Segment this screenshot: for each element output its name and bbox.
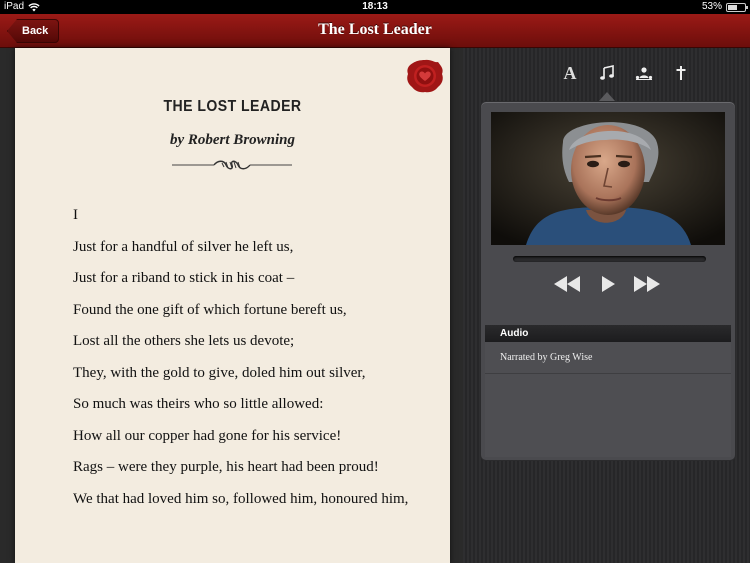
tab-dagger[interactable] [666, 60, 696, 86]
audio-section-header: Audio [485, 325, 731, 342]
flourish-divider-icon [172, 160, 292, 170]
narrator-portrait[interactable] [491, 112, 725, 245]
tab-pointer [599, 92, 615, 101]
poem-line: Lost all the others she lets us devote; [73, 333, 295, 349]
media-pane: A Audio Narrated by Greg Wise [463, 48, 750, 563]
portrait-image-icon [491, 112, 725, 245]
wax-seal-heart-icon[interactable] [405, 58, 445, 94]
pane-tabs: A [463, 60, 750, 88]
poem-line: They, with the gold to give, doled him o… [73, 364, 366, 381]
poem-page[interactable]: THE LOST LEADER by Robert Browning I Jus… [15, 48, 450, 563]
dagger-icon [676, 66, 686, 80]
poem-line: We that had loved him so, followed him, … [73, 490, 409, 507]
poem-title: THE LOST LEADER [163, 98, 302, 115]
music-note-icon [600, 65, 614, 80]
poem-line: How all our copper had gone for his serv… [73, 427, 342, 444]
fast-forward-icon[interactable] [633, 272, 661, 296]
poem-line: So much was theirs who so little allowed… [73, 396, 324, 412]
letter-a-icon: A [563, 63, 577, 83]
people-icon [635, 67, 653, 80]
poem-line: Rags – were they purple, his heart had b… [73, 459, 379, 475]
tab-audio[interactable] [592, 60, 622, 86]
play-icon[interactable] [599, 272, 617, 296]
poem-area: THE LOST LEADER by Robert Browning I Jus… [0, 48, 463, 563]
status-time: 18:13 [362, 1, 388, 12]
tab-text[interactable]: A [555, 60, 585, 86]
rewind-icon[interactable] [553, 272, 581, 296]
nav-title: The Lost Leader [318, 21, 432, 38]
audio-list-item[interactable]: Narrated by Greg Wise [485, 342, 731, 374]
poem-line: I [73, 207, 78, 223]
status-bar: iPad 18:13 53% [0, 0, 750, 14]
playback-progress-bar[interactable] [513, 256, 706, 262]
poem-line: Found the one gift of which fortune bere… [73, 301, 347, 318]
status-right: 53% [701, 0, 748, 14]
poem-body: I Just for a handful of silver he left u… [73, 206, 433, 521]
poem-author: by Robert Browning [169, 132, 296, 148]
playback-controls [481, 272, 737, 296]
battery-percent: 53% [701, 1, 722, 12]
audio-list: Narrated by Greg Wise [485, 342, 731, 457]
poem-line: Just for a riband to stick in his coat – [73, 270, 295, 286]
battery-icon [726, 2, 748, 12]
audio-panel: Audio Narrated by Greg Wise [480, 101, 736, 461]
nav-bar: Back The Lost Leader [0, 14, 750, 48]
tab-people[interactable] [629, 60, 659, 86]
poem-line: Just for a handful of silver he left us, [73, 238, 294, 255]
